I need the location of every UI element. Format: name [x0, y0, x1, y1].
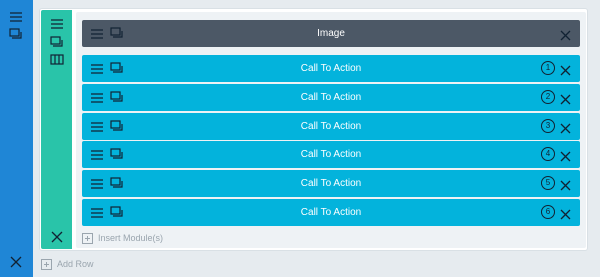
insert-module-button[interactable]: Insert Module(s): [82, 231, 163, 245]
module-label: Call To Action: [300, 149, 362, 160]
module-label: Call To Action: [300, 92, 362, 103]
duplicate-icon[interactable]: [110, 91, 124, 104]
section-control-bar: [0, 0, 33, 277]
duplicate-icon[interactable]: [110, 148, 124, 161]
module-call-to-action[interactable]: Call To Action 4: [82, 141, 580, 168]
module-number-badge: 3: [541, 119, 555, 133]
duplicate-icon[interactable]: [110, 177, 124, 190]
hamburger-icon[interactable]: [91, 177, 103, 189]
module-number-badge: 6: [541, 205, 555, 219]
close-icon[interactable]: [560, 92, 571, 105]
hamburger-icon[interactable]: [91, 27, 103, 39]
close-icon[interactable]: [9, 255, 23, 269]
module-call-to-action[interactable]: Call To Action 6: [82, 199, 580, 226]
close-icon[interactable]: [50, 230, 64, 244]
duplicate-icon[interactable]: [110, 27, 124, 40]
close-icon[interactable]: [560, 121, 571, 134]
module-label: Call To Action: [300, 178, 362, 189]
duplicate-icon[interactable]: [50, 35, 64, 49]
columns-icon[interactable]: [50, 53, 64, 67]
close-icon[interactable]: [560, 207, 571, 220]
duplicate-icon[interactable]: [110, 62, 124, 75]
hamburger-icon[interactable]: [91, 206, 103, 218]
module-call-to-action[interactable]: Call To Action 1: [82, 55, 580, 82]
module-label: Call To Action: [300, 207, 362, 218]
module-number-badge: 5: [541, 176, 555, 190]
row-control-bar: [41, 10, 72, 249]
plus-icon: [41, 258, 52, 270]
module-number-badge: 1: [541, 61, 555, 75]
duplicate-icon[interactable]: [110, 206, 124, 219]
duplicate-icon[interactable]: [9, 27, 23, 41]
add-row-label: Add Row: [57, 259, 94, 269]
hamburger-icon[interactable]: [91, 62, 103, 74]
module-label: Call To Action: [300, 63, 362, 74]
hamburger-icon[interactable]: [9, 10, 23, 24]
hamburger-icon[interactable]: [50, 17, 64, 31]
close-icon[interactable]: [560, 63, 571, 76]
close-icon[interactable]: [560, 28, 571, 41]
insert-module-label: Insert Module(s): [98, 233, 164, 243]
module-image[interactable]: Image: [82, 20, 580, 47]
module-call-to-action[interactable]: Call To Action 3: [82, 113, 580, 140]
duplicate-icon[interactable]: [110, 120, 124, 133]
module-call-to-action[interactable]: Call To Action 2: [82, 84, 580, 111]
module-call-to-action[interactable]: Call To Action 5: [82, 170, 580, 197]
module-number-badge: 4: [541, 147, 555, 161]
module-label: Call To Action: [300, 121, 362, 132]
close-icon[interactable]: [560, 178, 571, 191]
add-row-button[interactable]: Add Row: [41, 257, 94, 271]
close-icon[interactable]: [560, 149, 571, 162]
plus-icon: [82, 232, 93, 244]
hamburger-icon[interactable]: [91, 148, 103, 160]
hamburger-icon[interactable]: [91, 120, 103, 132]
module-label: Image: [317, 28, 345, 39]
hamburger-icon[interactable]: [91, 91, 103, 103]
module-number-badge: 2: [541, 90, 555, 104]
